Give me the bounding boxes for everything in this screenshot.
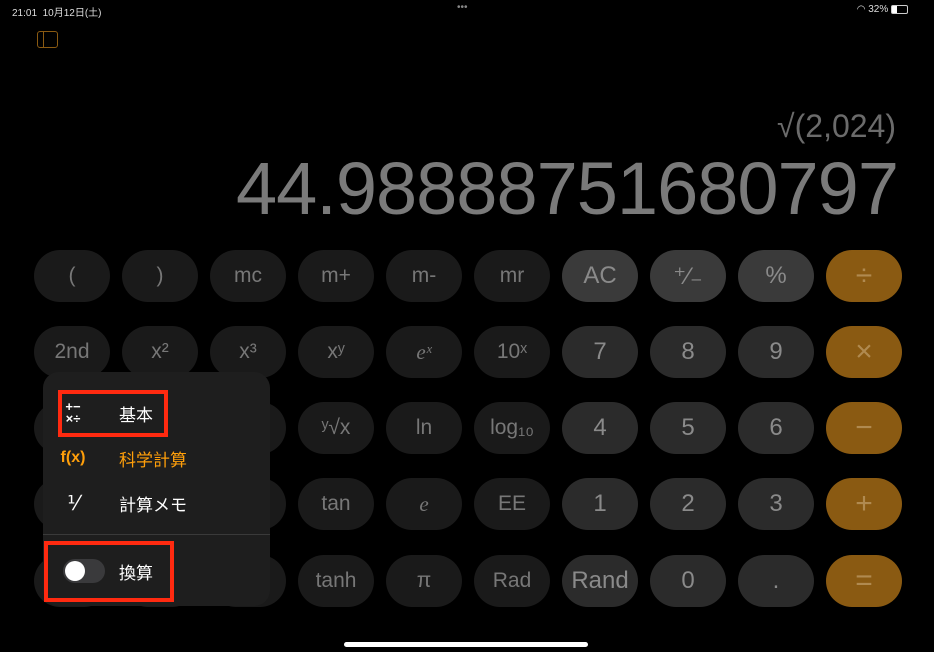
- key-button[interactable]: =: [826, 555, 902, 607]
- key-button[interactable]: x²: [122, 326, 198, 378]
- key-button[interactable]: 4: [562, 402, 638, 454]
- key-button[interactable]: ʸ√x: [298, 402, 374, 454]
- key-button[interactable]: m-: [386, 250, 462, 302]
- key-button[interactable]: 3: [738, 478, 814, 530]
- key-button[interactable]: xʸ: [298, 326, 374, 378]
- key-button[interactable]: ÷: [826, 250, 902, 302]
- key-button[interactable]: .: [738, 555, 814, 607]
- key-button[interactable]: %: [738, 250, 814, 302]
- key-button[interactable]: (: [34, 250, 110, 302]
- key-button[interactable]: ): [122, 250, 198, 302]
- menu-item-scientific[interactable]: f(x) 科学計算: [43, 438, 270, 478]
- key-button[interactable]: EE: [474, 478, 550, 530]
- key-button[interactable]: Rad: [474, 555, 550, 607]
- key-button[interactable]: 10ˣ: [474, 326, 550, 378]
- key-button[interactable]: 7: [562, 326, 638, 378]
- key-button[interactable]: e: [386, 478, 462, 530]
- status-time: 21:01 10月12日(土): [12, 8, 102, 19]
- key-button[interactable]: 0: [650, 555, 726, 607]
- wifi-icon: ◠: [856, 4, 866, 15]
- key-button[interactable]: mr: [474, 250, 550, 302]
- key-button[interactable]: Rand: [562, 555, 638, 607]
- key-button[interactable]: 8: [650, 326, 726, 378]
- key-button[interactable]: π: [386, 555, 462, 607]
- sidebar-toggle-icon[interactable]: [37, 31, 58, 48]
- key-button[interactable]: −: [826, 402, 902, 454]
- key-button[interactable]: eˣ: [386, 326, 462, 378]
- function-icon: f(x): [60, 449, 86, 466]
- expression-display: √(2,024): [777, 108, 896, 144]
- key-button[interactable]: log₁₀: [474, 402, 550, 454]
- key-button[interactable]: 5: [650, 402, 726, 454]
- key-button[interactable]: ⁺∕₋: [650, 250, 726, 302]
- menu-divider: [43, 534, 270, 535]
- key-button[interactable]: ln: [386, 402, 462, 454]
- key-button[interactable]: tan: [298, 478, 374, 530]
- highlight-box: [44, 541, 174, 602]
- home-indicator[interactable]: [344, 642, 588, 647]
- key-button[interactable]: mc: [210, 250, 286, 302]
- highlight-box: [58, 390, 168, 437]
- key-button[interactable]: +: [826, 478, 902, 530]
- key-button[interactable]: 1: [562, 478, 638, 530]
- key-button[interactable]: AC: [562, 250, 638, 302]
- key-button[interactable]: 2: [650, 478, 726, 530]
- battery-status: ◠ 32%: [857, 4, 908, 15]
- math-notes-icon: ⅟: [67, 492, 79, 515]
- result-display: 44.98888751680797: [235, 147, 899, 230]
- key-button[interactable]: m+: [298, 250, 374, 302]
- menu-item-math-notes[interactable]: ⅟ 計算メモ: [43, 483, 270, 523]
- key-button[interactable]: tanh: [298, 555, 374, 607]
- key-button[interactable]: 2nd: [34, 326, 110, 378]
- key-button[interactable]: x³: [210, 326, 286, 378]
- battery-icon: [891, 4, 908, 14]
- key-button[interactable]: 9: [738, 326, 814, 378]
- multitasking-dots[interactable]: •••: [457, 2, 468, 13]
- key-button[interactable]: 6: [738, 402, 814, 454]
- key-button[interactable]: ×: [826, 326, 902, 378]
